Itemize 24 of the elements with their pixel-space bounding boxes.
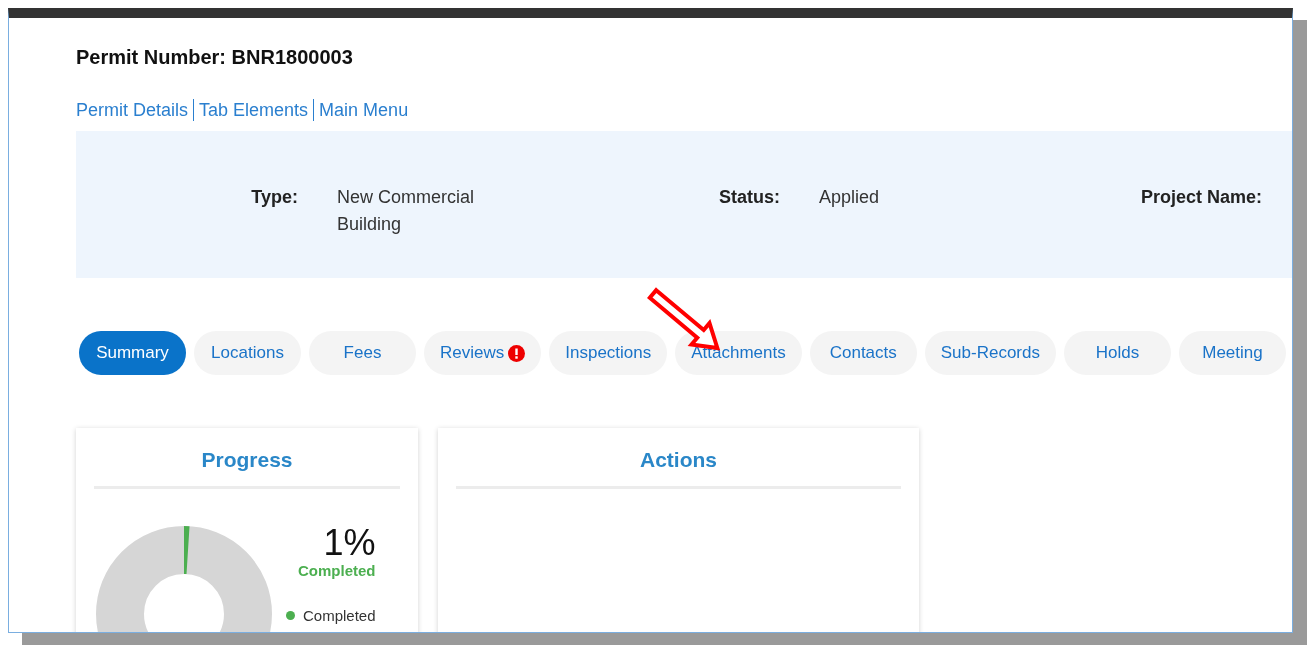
tab[interactable]: Fees [309, 331, 416, 375]
tab[interactable]: Reviews [424, 331, 542, 375]
tab[interactable]: Attachments [675, 331, 802, 375]
tab[interactable]: Inspections [549, 331, 668, 375]
legend-label: Completed [303, 607, 376, 624]
card-title: Progress [94, 448, 400, 489]
field-label: Type: [250, 187, 298, 208]
card-title: Actions [456, 448, 901, 489]
nav-link[interactable]: Tab Elements [193, 99, 314, 121]
tab[interactable]: Holds [1063, 331, 1171, 375]
tab[interactable]: Summary [79, 331, 186, 375]
percent-value: 1% [323, 524, 376, 562]
permit-number-title: Permit Number: BNR1800003 [76, 46, 354, 69]
completed-caption: Completed [298, 562, 376, 579]
field-value: New Commercial Building [336, 186, 476, 236]
tab[interactable]: Contacts [809, 331, 917, 375]
tab[interactable]: Locations [194, 331, 301, 375]
field-label: Status: [718, 187, 780, 208]
nav-link[interactable]: Main Menu [313, 99, 414, 121]
tab[interactable]: Meeting [1178, 331, 1286, 375]
tab[interactable]: Sub-Records [924, 331, 1056, 375]
nav-link[interactable]: Permit Details [76, 99, 194, 121]
field-value: Applied [818, 186, 881, 209]
field-label: Project Name: [1139, 187, 1262, 208]
